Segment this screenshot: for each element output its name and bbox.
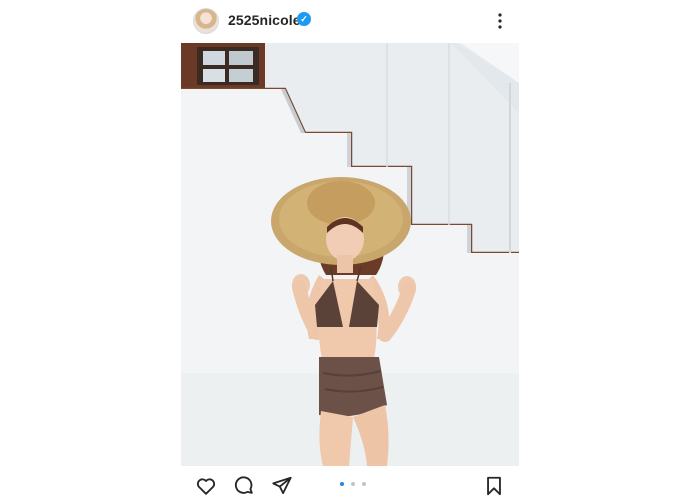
avatar[interactable] [193, 8, 219, 34]
bookmark-icon[interactable] [483, 475, 505, 497]
more-options-icon[interactable] [492, 10, 508, 32]
carousel-dot-active[interactable] [339, 482, 344, 486]
verified-badge-icon: ✓ [297, 12, 311, 26]
heart-icon[interactable] [195, 475, 217, 497]
comment-icon[interactable] [233, 475, 255, 497]
carousel-dot[interactable] [362, 482, 367, 486]
carousel-dot[interactable] [350, 482, 355, 486]
post-header: 2525nicole2 ✓ [0, 0, 700, 42]
post-photo[interactable] [181, 43, 519, 466]
paper-plane-icon[interactable] [271, 475, 293, 497]
carousel-indicator [338, 482, 368, 488]
